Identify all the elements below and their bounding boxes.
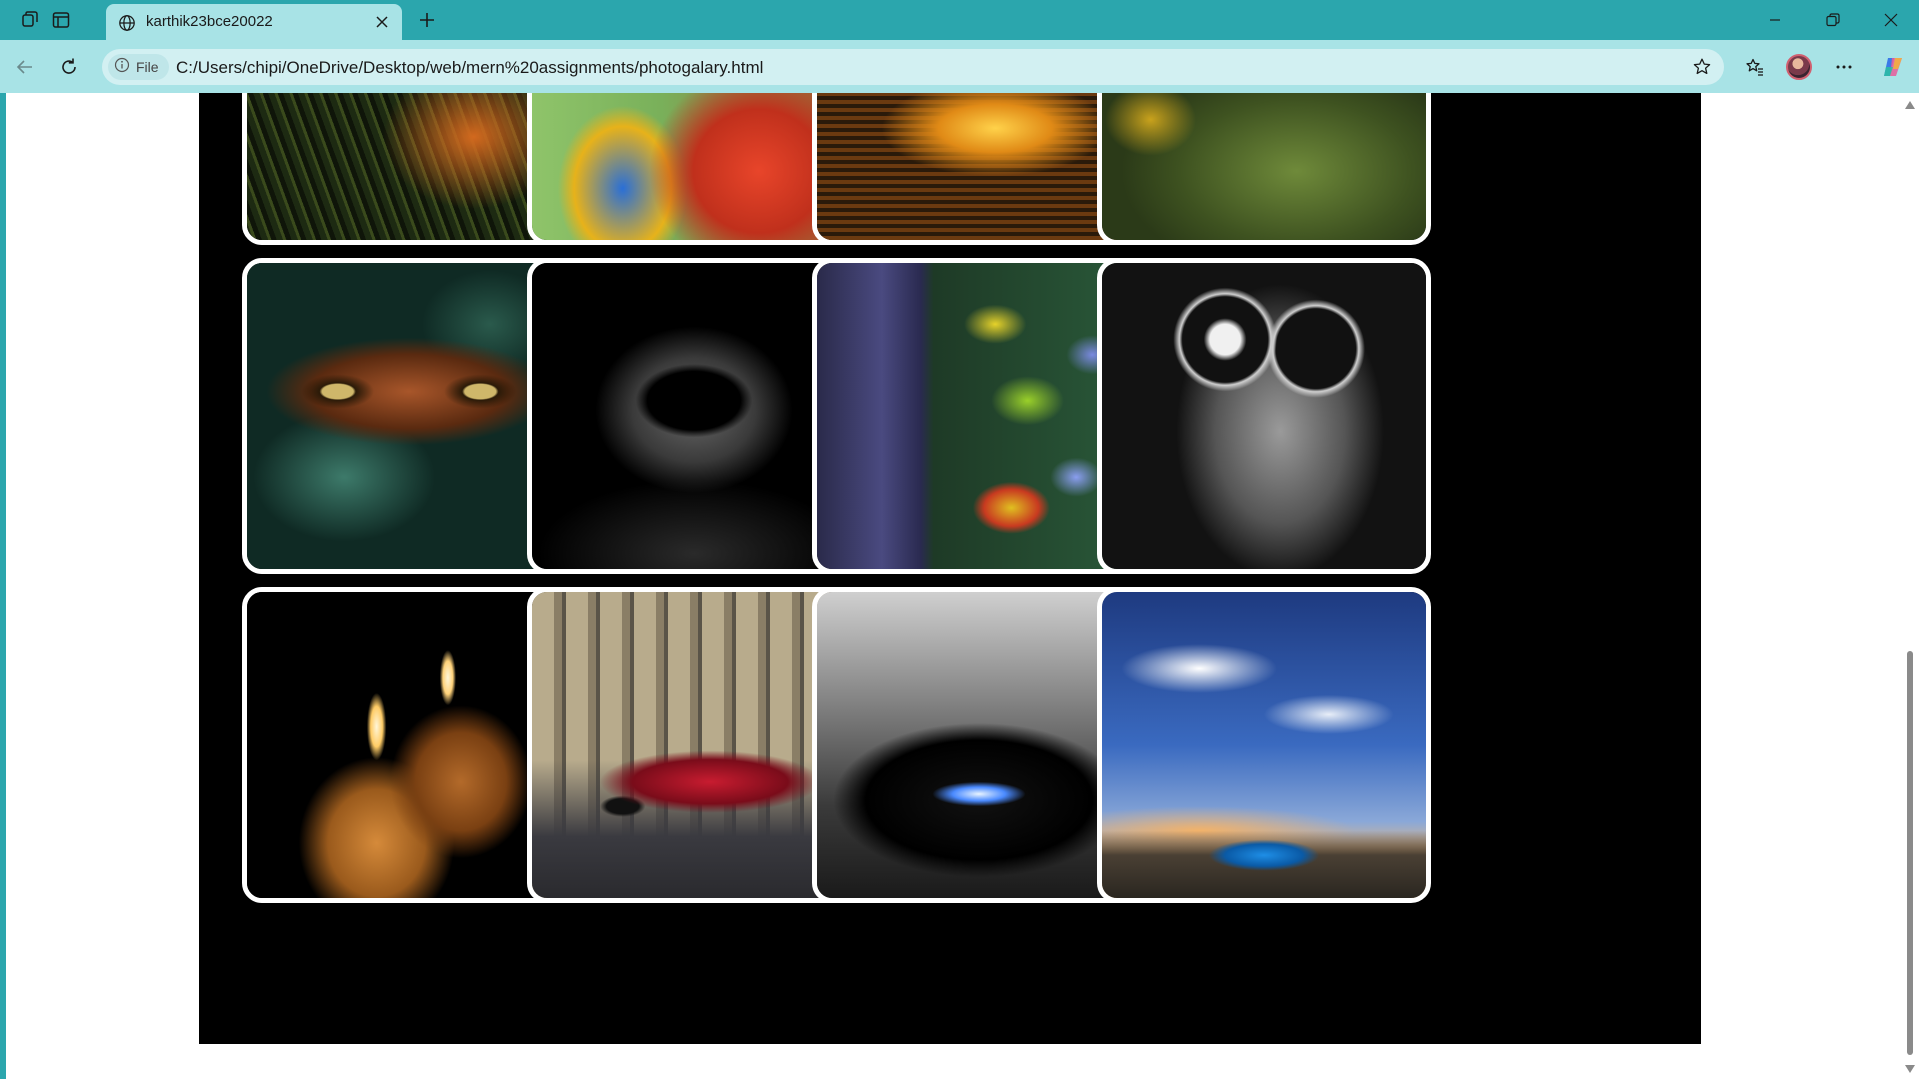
photo-black-car[interactable] — [812, 587, 1146, 903]
autumn-leaves-image — [817, 263, 1141, 569]
info-icon — [114, 57, 130, 78]
copilot-icon[interactable] — [1876, 50, 1910, 84]
tiger-image — [247, 263, 571, 569]
candles-image — [247, 592, 571, 898]
photo-candles[interactable] — [242, 587, 576, 903]
vertical-tabs-icon[interactable] — [46, 6, 76, 34]
photo-jungle[interactable] — [242, 93, 576, 245]
scrollbar-thumb[interactable] — [1907, 651, 1913, 1055]
address-bar[interactable]: File C:/Users/chipi/OneDrive/Desktop/web… — [102, 49, 1724, 85]
workspaces-icon[interactable] — [15, 6, 45, 34]
photo-gallery — [199, 93, 1701, 1044]
more-options-icon[interactable] — [1827, 50, 1861, 84]
photo-hooded-figure[interactable] — [527, 258, 861, 574]
refresh-icon[interactable] — [52, 50, 86, 84]
close-window-icon[interactable] — [1868, 6, 1914, 34]
photo-cat-sunglasses[interactable] — [1097, 258, 1431, 574]
tab-title: karthik23bce20022 — [146, 13, 273, 30]
back-arrow-icon[interactable] — [8, 50, 42, 84]
vertical-scrollbar[interactable] — [1901, 93, 1919, 1079]
minimize-icon[interactable] — [1752, 6, 1798, 34]
photo-blue-car[interactable] — [1097, 587, 1431, 903]
favorite-star-icon[interactable] — [1690, 55, 1714, 79]
new-tab-button[interactable] — [410, 6, 444, 34]
close-tab-icon[interactable] — [372, 12, 392, 32]
photo-tiger[interactable] — [242, 258, 576, 574]
browser-toolbar: File C:/Users/chipi/OneDrive/Desktop/web… — [0, 40, 1919, 93]
scroll-up-arrow-icon[interactable] — [1905, 101, 1915, 109]
cat-image — [1102, 263, 1426, 569]
restore-icon[interactable] — [1810, 6, 1856, 34]
profile-avatar[interactable] — [1782, 50, 1816, 84]
scroll-down-arrow-icon[interactable] — [1905, 1065, 1915, 1073]
parrot-image — [532, 93, 856, 240]
globe-icon — [116, 12, 138, 34]
page-viewport — [6, 93, 1919, 1079]
photo-autumn-leaves[interactable] — [812, 258, 1146, 574]
black-car-image — [817, 592, 1141, 898]
photo-sunset-water[interactable] — [812, 93, 1146, 245]
avatar — [1786, 54, 1812, 80]
hooded-figure-image — [532, 263, 856, 569]
favorites-icon[interactable] — [1738, 50, 1772, 84]
blue-car-image — [1102, 592, 1426, 898]
tab-strip: karthik23bce20022 — [0, 0, 1919, 40]
file-scheme-label: File — [136, 59, 159, 75]
red-car-image — [532, 592, 856, 898]
photo-red-car[interactable] — [527, 587, 861, 903]
sunset-image — [817, 93, 1141, 240]
jungle-image — [247, 93, 571, 240]
sunflower-image — [1102, 93, 1426, 240]
url-text[interactable]: C:/Users/chipi/OneDrive/Desktop/web/mern… — [176, 58, 763, 78]
active-tab[interactable]: karthik23bce20022 — [106, 4, 402, 40]
site-info-button[interactable]: File — [108, 54, 169, 80]
photo-sunflower[interactable] — [1097, 93, 1431, 245]
photo-parrot[interactable] — [527, 93, 861, 245]
